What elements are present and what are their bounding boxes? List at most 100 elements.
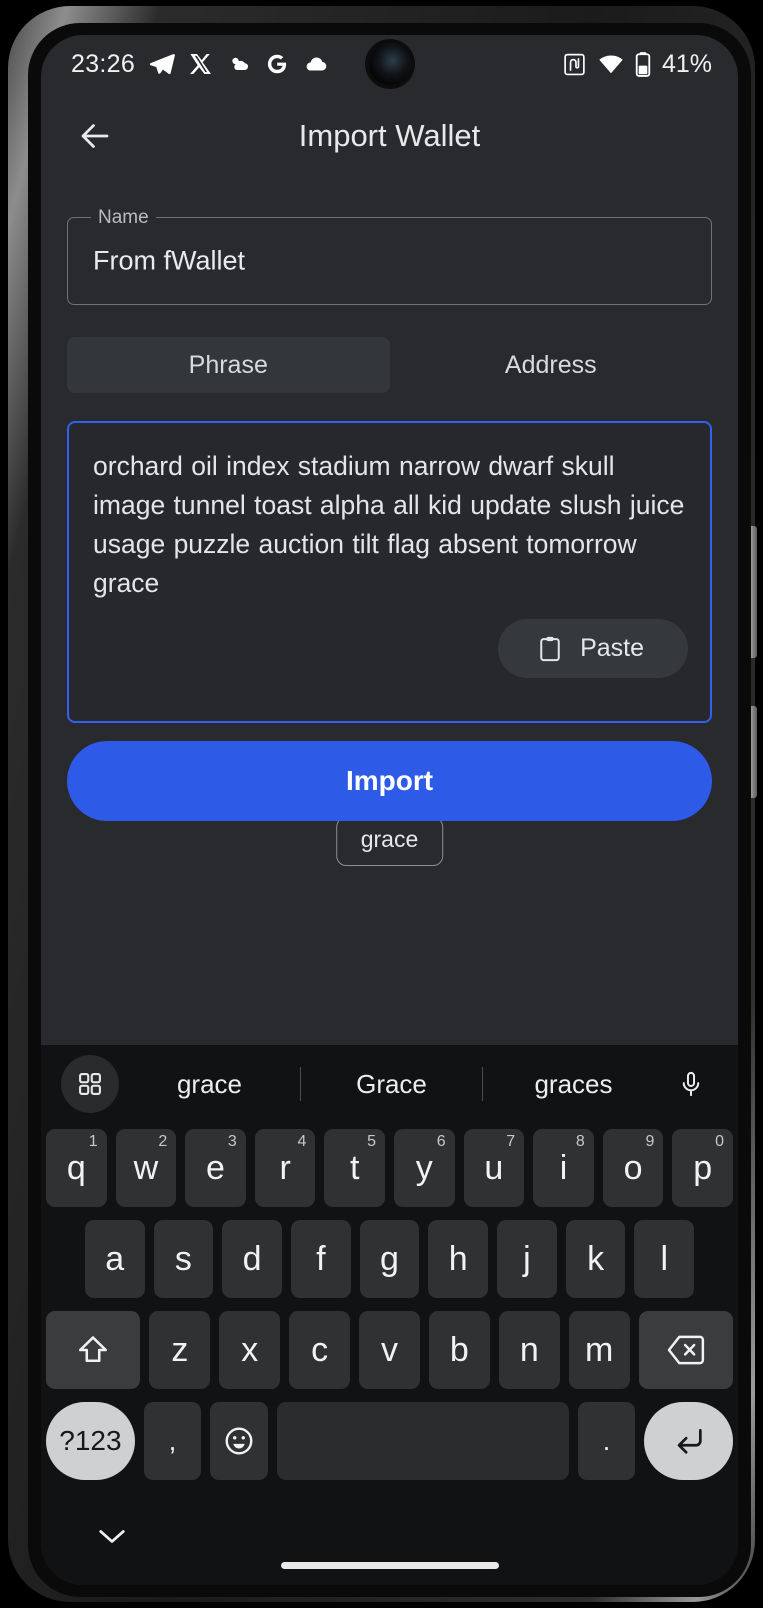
key-g[interactable]: g <box>359 1220 420 1298</box>
navigation-bar <box>41 1493 738 1585</box>
key-w-label: w <box>133 1148 159 1187</box>
wallet-name-field[interactable]: Name From fWallet <box>67 207 712 305</box>
keyboard-row-3: z x c v b n m <box>46 1311 733 1389</box>
word-suggestion-chip[interactable]: grace <box>335 817 444 866</box>
key-l[interactable]: l <box>634 1220 695 1298</box>
google-icon <box>265 52 289 76</box>
paste-button[interactable]: Paste <box>498 619 688 678</box>
key-o-label: o <box>623 1148 643 1187</box>
key-i[interactable]: 8i <box>533 1129 594 1207</box>
key-c[interactable]: c <box>289 1311 351 1389</box>
key-z[interactable]: z <box>149 1311 211 1389</box>
camera-punch-hole <box>368 43 411 85</box>
app-bar: Import Wallet <box>41 93 738 179</box>
key-q-number: 1 <box>88 1133 98 1150</box>
key-s[interactable]: s <box>153 1220 214 1298</box>
key-a[interactable]: a <box>84 1220 145 1298</box>
hide-keyboard-button[interactable] <box>97 1526 127 1553</box>
key-w[interactable]: 2w <box>115 1129 177 1207</box>
grid-apps-icon[interactable] <box>61 1055 119 1113</box>
key-j[interactable]: j <box>497 1220 557 1298</box>
x-twitter-icon <box>189 52 213 76</box>
key-y[interactable]: 6y <box>394 1129 455 1207</box>
volume-button[interactable] <box>751 526 757 658</box>
on-screen-keyboard: grace Grace graces 1q 2w 3e 4 r 5 t 6 y … <box>41 1045 738 1585</box>
tab-address[interactable]: Address <box>390 337 713 393</box>
seed-phrase-text[interactable]: orchard oil index stadium narrow dwarf s… <box>93 447 688 603</box>
key-w-number: 2 <box>158 1133 168 1150</box>
key-r-label: r <box>279 1148 291 1187</box>
page-title: Import Wallet <box>298 118 481 153</box>
main-content: Name From fWallet Phrase Address orchard… <box>41 207 738 866</box>
wallet-name-value[interactable]: From fWallet <box>93 246 245 277</box>
key-e[interactable]: 3e <box>185 1129 246 1207</box>
enter-key[interactable] <box>644 1402 734 1480</box>
suggestion-word-2[interactable]: Grace <box>301 1069 482 1100</box>
key-o[interactable]: 9o <box>602 1129 664 1207</box>
backspace-key[interactable] <box>638 1311 733 1389</box>
back-button[interactable] <box>67 108 123 164</box>
key-p[interactable]: 0p <box>672 1129 733 1207</box>
wallet-name-label: Name <box>91 207 156 229</box>
key-t[interactable]: 5t <box>324 1129 385 1207</box>
enter-return-icon <box>672 1424 706 1458</box>
power-button[interactable] <box>751 706 757 798</box>
microphone-icon[interactable] <box>664 1069 718 1099</box>
chevron-down-icon <box>97 1526 127 1548</box>
row2-right-spacer <box>703 1220 733 1298</box>
key-k[interactable]: k <box>565 1220 626 1298</box>
key-p-number: 0 <box>715 1133 724 1150</box>
key-h[interactable]: h <box>428 1220 489 1298</box>
key-v[interactable]: v <box>359 1311 420 1389</box>
row2-left-spacer <box>46 1220 76 1298</box>
seed-phrase-input[interactable]: orchard oil index stadium narrow dwarf s… <box>67 421 712 723</box>
paste-row: Paste <box>93 619 688 678</box>
key-m[interactable]: m <box>568 1311 630 1389</box>
key-p-label: p <box>693 1148 713 1187</box>
key-t-number: 5 <box>367 1133 376 1150</box>
key-x[interactable]: x <box>219 1311 281 1389</box>
status-right-cluster: 41% <box>562 50 712 79</box>
suggestion-word-1[interactable]: grace <box>119 1069 300 1100</box>
key-u[interactable]: 7u <box>463 1129 525 1207</box>
tab-phrase[interactable]: Phrase <box>67 337 390 393</box>
key-b[interactable]: b <box>428 1311 490 1389</box>
battery-icon <box>635 51 651 77</box>
emoji-smiley-icon <box>223 1425 255 1457</box>
key-r-number: 4 <box>297 1133 307 1150</box>
clipboard-icon <box>536 635 564 663</box>
key-r[interactable]: 4r <box>254 1129 316 1207</box>
keyboard-rows: 1q 2w 3e 4r 5t 6y 7u 8i 9o 0p a s d f g … <box>41 1123 738 1480</box>
comma-key[interactable]: , <box>143 1402 202 1480</box>
key-e-label: e <box>206 1148 225 1187</box>
shift-arrow-up-icon <box>76 1333 110 1367</box>
status-clock: 23:26 <box>71 49 136 78</box>
emoji-key[interactable] <box>210 1402 268 1480</box>
import-button[interactable]: Import <box>67 741 712 821</box>
symbols-key[interactable]: ?123 <box>46 1402 135 1480</box>
key-y-number: 6 <box>436 1133 446 1150</box>
import-mode-tabs: Phrase Address <box>67 337 712 393</box>
nfc-icon <box>562 52 587 77</box>
suggestion-word-3[interactable]: graces <box>483 1069 664 1100</box>
key-i-label: i <box>559 1148 568 1187</box>
key-u-number: 7 <box>506 1133 516 1150</box>
status-left-cluster: 23:26 <box>71 50 329 79</box>
paste-button-label: Paste <box>580 634 644 662</box>
phone-frame: 23:26 41% Import Wallet Name From fWalle… <box>8 6 757 1602</box>
key-f[interactable]: f <box>290 1220 351 1298</box>
battery-percent-label: 41% <box>661 49 712 78</box>
shift-key[interactable] <box>46 1311 141 1389</box>
phone-screen: 23:26 41% Import Wallet Name From fWalle… <box>41 35 738 1585</box>
period-key[interactable]: . <box>577 1402 636 1480</box>
arrow-left-icon <box>77 118 113 154</box>
key-e-number: 3 <box>227 1133 237 1150</box>
space-key[interactable] <box>276 1402 569 1480</box>
key-q[interactable]: 1q <box>46 1129 107 1207</box>
key-y-label: y <box>415 1148 433 1187</box>
key-d[interactable]: d <box>222 1220 282 1298</box>
home-gesture-bar[interactable] <box>280 1562 499 1569</box>
suggestion-words: grace Grace graces <box>119 1067 664 1101</box>
keyboard-row-4: ?123 , . <box>46 1402 734 1480</box>
key-n[interactable]: n <box>498 1311 560 1389</box>
